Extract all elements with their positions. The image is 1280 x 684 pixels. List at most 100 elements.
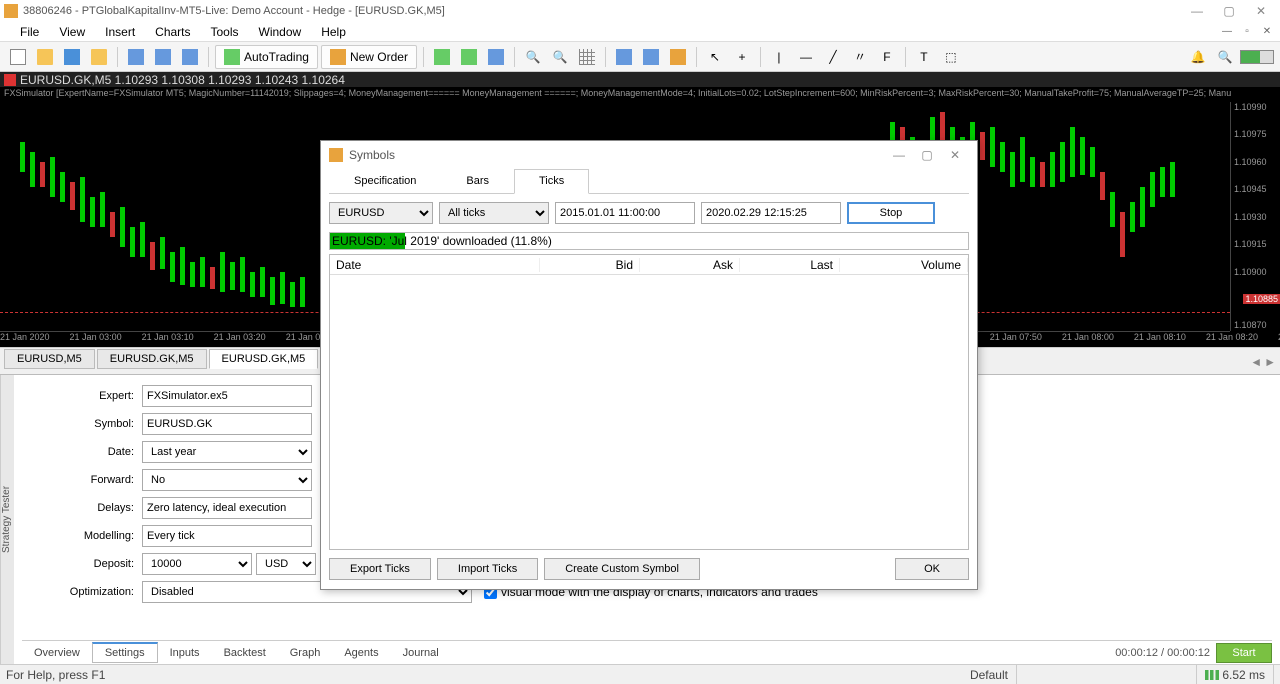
progress-text: EURUSD: 'Jul 2019' downloaded (11.8%): [332, 234, 552, 248]
mdi-close-icon[interactable]: ✕: [1258, 25, 1276, 39]
dialog-stop-button[interactable]: Stop: [847, 202, 935, 224]
tab-prev-icon[interactable]: ◄: [1250, 355, 1262, 369]
tab-settings[interactable]: Settings: [92, 642, 158, 663]
cursor-icon[interactable]: ↖: [703, 45, 727, 69]
open-icon[interactable]: [33, 45, 57, 69]
status-profile[interactable]: Default: [962, 665, 1017, 684]
tab-graph[interactable]: Graph: [278, 644, 333, 662]
navigator-icon[interactable]: [178, 45, 202, 69]
deposit-amount-select[interactable]: 10000: [142, 553, 252, 575]
y-tick: 1.10990: [1234, 102, 1267, 112]
menu-window[interactable]: Window: [249, 23, 312, 41]
vline-icon[interactable]: |: [767, 45, 791, 69]
ok-button[interactable]: OK: [895, 558, 969, 580]
app-icon: [4, 4, 18, 18]
forward-select[interactable]: No: [142, 469, 312, 491]
close-button[interactable]: ✕: [1246, 1, 1276, 21]
x-tick: 21 Jan 2020: [0, 332, 50, 347]
modelling-input[interactable]: [142, 525, 312, 547]
tab-inputs[interactable]: Inputs: [158, 644, 212, 662]
hline-icon[interactable]: —: [794, 45, 818, 69]
mdi-restore-icon[interactable]: ▫: [1238, 25, 1256, 39]
profiles-icon[interactable]: [87, 45, 111, 69]
zoom-out-icon[interactable]: 🔍: [548, 45, 572, 69]
label-icon[interactable]: ⬚: [939, 45, 963, 69]
autotrading-button[interactable]: AutoTrading: [215, 45, 318, 69]
tab-backtest[interactable]: Backtest: [212, 644, 278, 662]
minimize-button[interactable]: —: [1182, 1, 1212, 21]
import-ticks-button[interactable]: Import Ticks: [437, 558, 538, 580]
dialog-minimize-icon[interactable]: —: [885, 148, 913, 162]
tab-journal[interactable]: Journal: [391, 644, 451, 662]
chart-tab-2[interactable]: EURUSD.GK,M5: [209, 349, 319, 369]
col-ask[interactable]: Ask: [640, 258, 740, 272]
tab-next-icon[interactable]: ►: [1264, 355, 1276, 369]
candle-chart-icon[interactable]: [457, 45, 481, 69]
fibo-icon[interactable]: F: [875, 45, 899, 69]
x-tick: 21 Jan 08:00: [1062, 332, 1114, 347]
menu-tools[interactable]: Tools: [201, 23, 249, 41]
export-ticks-button[interactable]: Export Ticks: [329, 558, 431, 580]
line-chart-icon[interactable]: [484, 45, 508, 69]
new-order-button[interactable]: New Order: [321, 45, 417, 69]
new-order-label: New Order: [350, 50, 408, 64]
tab-overview[interactable]: Overview: [22, 644, 92, 662]
y-tick: 1.10960: [1234, 157, 1267, 167]
data-window-icon[interactable]: [151, 45, 175, 69]
equidistant-icon[interactable]: 〃: [848, 45, 872, 69]
symbol-input[interactable]: [142, 413, 312, 435]
autoscroll-icon[interactable]: [639, 45, 663, 69]
save-icon[interactable]: [60, 45, 84, 69]
y-tick: 1.10870: [1234, 320, 1267, 330]
chart-symbol-icon: [4, 74, 16, 86]
dialog-to-input[interactable]: [701, 202, 841, 224]
market-watch-icon[interactable]: [124, 45, 148, 69]
dialog-symbol-select[interactable]: EURUSD: [329, 202, 433, 224]
maximize-button[interactable]: ▢: [1214, 1, 1244, 21]
crosshair-icon[interactable]: +: [730, 45, 754, 69]
dialog-close-icon[interactable]: ✕: [941, 148, 969, 162]
tile-icon[interactable]: [575, 45, 599, 69]
chart-tab-1[interactable]: EURUSD.GK,M5: [97, 349, 207, 369]
dialog-maximize-icon[interactable]: ▢: [913, 148, 941, 162]
x-tick: 21 Jan 07:50: [990, 332, 1042, 347]
menu-file[interactable]: File: [10, 23, 49, 41]
col-last[interactable]: Last: [740, 258, 840, 272]
alert-icon[interactable]: 🔔: [1186, 45, 1210, 69]
create-symbol-button[interactable]: Create Custom Symbol: [544, 558, 700, 580]
text-icon[interactable]: T: [912, 45, 936, 69]
new-chart-icon[interactable]: [6, 45, 30, 69]
menu-charts[interactable]: Charts: [145, 23, 200, 41]
tab-agents[interactable]: Agents: [332, 644, 390, 662]
dtab-specification[interactable]: Specification: [329, 169, 441, 193]
dtab-bars[interactable]: Bars: [441, 169, 514, 193]
dialog-from-input[interactable]: [555, 202, 695, 224]
expert-input[interactable]: [142, 385, 312, 407]
indicators-icon[interactable]: [666, 45, 690, 69]
menu-insert[interactable]: Insert: [95, 23, 145, 41]
shift-icon[interactable]: [612, 45, 636, 69]
dialog-ticks-select[interactable]: All ticks: [439, 202, 549, 224]
col-date[interactable]: Date: [330, 258, 540, 272]
deposit-ccy-select[interactable]: USD: [256, 553, 316, 575]
status-ping: 6.52 ms: [1197, 665, 1274, 684]
tester-timer: 00:00:12 / 00:00:12: [1115, 647, 1216, 659]
menu-help[interactable]: Help: [311, 23, 356, 41]
chart-tab-0[interactable]: EURUSD,M5: [4, 349, 95, 369]
label-expert: Expert:: [22, 390, 142, 402]
mdi-minimize-icon[interactable]: —: [1218, 25, 1236, 39]
ticks-grid[interactable]: Date Bid Ask Last Volume: [329, 254, 969, 550]
zoom-in-icon[interactable]: 🔍: [521, 45, 545, 69]
date-select[interactable]: Last year: [142, 441, 312, 463]
menu-view[interactable]: View: [49, 23, 95, 41]
start-button[interactable]: Start: [1216, 643, 1272, 663]
col-volume[interactable]: Volume: [840, 258, 968, 272]
dtab-ticks[interactable]: Ticks: [514, 169, 589, 194]
search-icon[interactable]: 🔍: [1213, 45, 1237, 69]
trendline-icon[interactable]: ╱: [821, 45, 845, 69]
status-bar: For Help, press F1 Default 6.52 ms: [0, 664, 1280, 684]
col-bid[interactable]: Bid: [540, 258, 640, 272]
bar-chart-icon[interactable]: [430, 45, 454, 69]
chart-y-axis: 1.10990 1.10975 1.10960 1.10945 1.10930 …: [1230, 102, 1280, 331]
delays-input[interactable]: [142, 497, 312, 519]
